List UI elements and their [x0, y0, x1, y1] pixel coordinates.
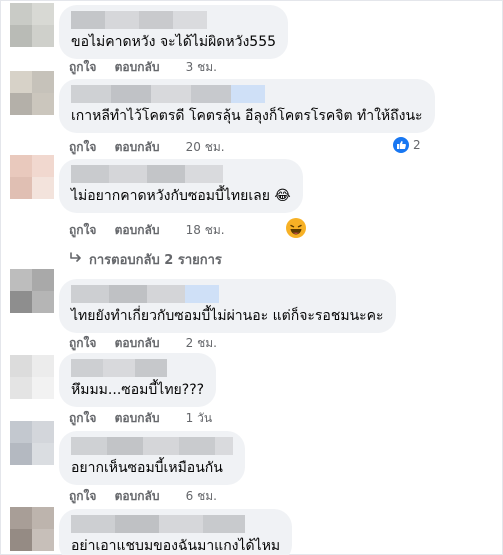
- avatar[interactable]: [10, 155, 54, 199]
- avatar[interactable]: [10, 355, 54, 399]
- comment-bubble: เกาหลีทำไว้โคตรดี โคตรลุ้น อีลุงก็โคตรโร…: [59, 79, 435, 133]
- reply-button[interactable]: ตอบกลับ: [115, 221, 160, 240]
- comment-text: อยากเห็นซอมบี้เหมือนกัน: [71, 460, 223, 476]
- comment-text: เกาหลีทำไว้โคตรดี โคตรลุ้น อีลุงก็โคตรโร…: [71, 108, 423, 124]
- like-button[interactable]: ถูกใจ: [69, 409, 96, 428]
- like-reaction-icon: [393, 137, 409, 153]
- author-name-blurred[interactable]: [71, 85, 423, 103]
- reply-button[interactable]: ตอบกลับ: [115, 409, 160, 428]
- comment-actions: ถูกใจ ตอบกลับ 1 วัน: [69, 409, 212, 428]
- comment-bubble: ไทยยังทำเกี่ยวกับซอมบี้ไม่ผ่านอะ แต่ก็จะ…: [59, 279, 396, 333]
- comment-bubble: หึมมม...ซอมบี้ไทย???: [59, 353, 217, 407]
- reply-button[interactable]: ตอบกลับ: [115, 334, 160, 353]
- comment-actions: ถูกใจ ตอบกลับ 2 ชม.: [69, 334, 217, 353]
- like-button[interactable]: ถูกใจ: [69, 138, 96, 157]
- comment-bubble: ขอไม่คาดหวัง จะได้ไม่ผิดหวัง555: [59, 5, 289, 59]
- reply-button[interactable]: ตอบกลับ: [115, 58, 160, 77]
- view-replies-link[interactable]: การตอบกลับ 2 รายการ: [69, 249, 222, 270]
- comment-actions: ถูกใจ ตอบกลับ 20 ชม.: [69, 138, 225, 157]
- reply-button[interactable]: ตอบกลับ: [115, 138, 160, 157]
- comment-actions: ถูกใจ ตอบกลับ 6 ชม.: [69, 487, 217, 506]
- comment-bubble: อย่าเอาแชบมของฉันมาแกงได้ไหม: [59, 509, 293, 555]
- timestamp[interactable]: 20 ชม.: [186, 140, 225, 154]
- comment-actions: ถูกใจ ตอบกลับ 3 ชม.: [69, 58, 217, 77]
- avatar[interactable]: [10, 71, 54, 115]
- comment-bubble: อยากเห็นซอมบี้เหมือนกัน: [59, 431, 245, 485]
- reply-button[interactable]: ตอบกลับ: [115, 487, 160, 506]
- replies-count-label: การตอบกลับ 2 รายการ: [89, 253, 222, 268]
- comment-text: ไทยยังทำเกี่ยวกับซอมบี้ไม่ผ่านอะ แต่ก็จะ…: [71, 308, 384, 324]
- avatar[interactable]: [10, 507, 54, 551]
- comment-actions: ถูกใจ ตอบกลับ 18 ชม.: [69, 221, 225, 240]
- comment-text: หึมมม...ซอมบี้ไทย???: [71, 382, 205, 398]
- avatar[interactable]: [10, 269, 54, 313]
- reaction-count: 2: [413, 138, 421, 152]
- comments-panel: ขอไม่คาดหวัง จะได้ไม่ผิดหวัง555 ถูกใจ ตอ…: [0, 0, 503, 555]
- author-name-blurred[interactable]: [71, 11, 276, 29]
- author-name-blurred[interactable]: [71, 437, 233, 455]
- author-name-blurred[interactable]: [71, 165, 291, 183]
- like-button[interactable]: ถูกใจ: [69, 487, 96, 506]
- author-name-blurred[interactable]: [71, 359, 204, 377]
- avatar[interactable]: [10, 3, 54, 47]
- timestamp[interactable]: 1 วัน: [186, 411, 212, 425]
- comment-text: ขอไม่คาดหวัง จะได้ไม่ผิดหวัง555: [71, 34, 277, 50]
- avatar[interactable]: [10, 421, 54, 465]
- timestamp[interactable]: 18 ชม.: [186, 223, 225, 237]
- author-name-blurred[interactable]: [71, 285, 384, 303]
- timestamp[interactable]: 6 ชม.: [186, 489, 217, 503]
- comment-text: ไม่อยากคาดหวังกับซอมบี้ไทยเลย 😂: [71, 188, 291, 204]
- like-button[interactable]: ถูกใจ: [69, 334, 96, 353]
- like-button[interactable]: ถูกใจ: [69, 221, 96, 240]
- reply-arrow-icon: [69, 251, 83, 268]
- reaction-summary[interactable]: 2: [393, 137, 421, 153]
- comment-text: อย่าเอาแชบมของฉันมาแกงได้ไหม: [71, 538, 281, 554]
- timestamp[interactable]: 2 ชม.: [186, 336, 217, 350]
- like-button[interactable]: ถูกใจ: [69, 58, 96, 77]
- comment-bubble: ไม่อยากคาดหวังกับซอมบี้ไทยเลย 😂: [59, 159, 303, 213]
- timestamp[interactable]: 3 ชม.: [186, 60, 217, 74]
- author-name-blurred[interactable]: [71, 515, 280, 533]
- haha-reaction-icon[interactable]: [286, 218, 306, 238]
